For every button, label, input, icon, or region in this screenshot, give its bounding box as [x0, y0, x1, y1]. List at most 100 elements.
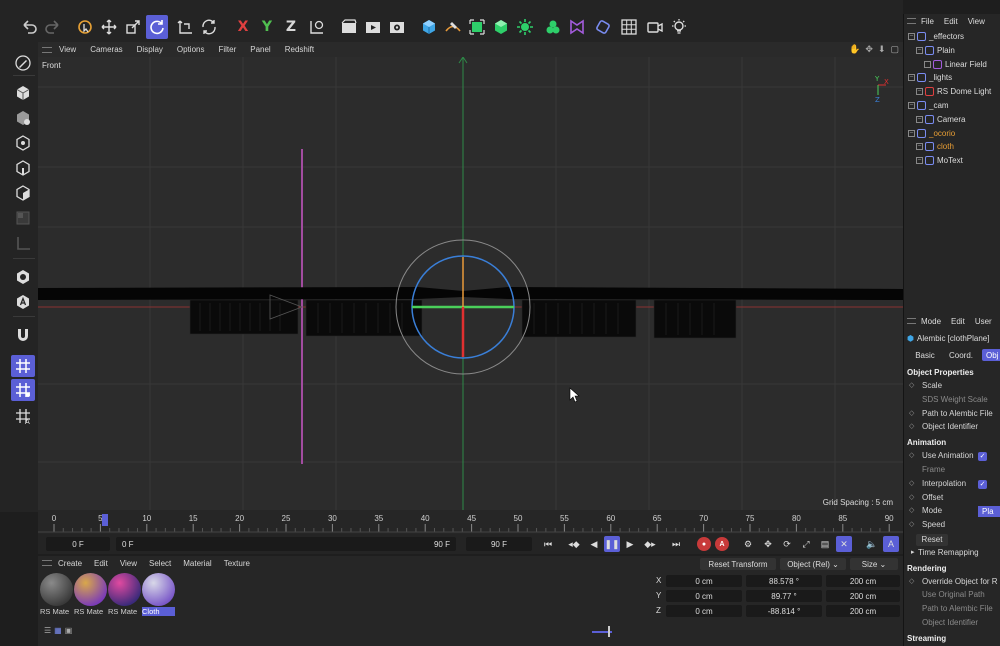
workplane-axis-icon[interactable]: A: [11, 405, 35, 427]
axis-y-toggle[interactable]: Y: [256, 15, 278, 39]
object-tree-item[interactable]: – cloth: [904, 140, 1000, 153]
animation-mode-icon[interactable]: A: [883, 536, 899, 552]
menu-edit[interactable]: Edit: [946, 317, 970, 326]
animate-diamond-icon[interactable]: ◇: [909, 422, 914, 430]
uv-mode-icon[interactable]: [11, 207, 35, 229]
pan-hand-icon[interactable]: ✋: [849, 44, 860, 55]
expand-toggle-icon[interactable]: –: [916, 88, 923, 96]
transform-icon[interactable]: [174, 15, 196, 39]
tab-coord[interactable]: Coord.: [944, 349, 978, 361]
scale-icon[interactable]: [122, 15, 144, 39]
attribute-row[interactable]: ◇ Scale: [904, 381, 1000, 393]
points-mode-icon[interactable]: [11, 132, 35, 154]
menu-mode[interactable]: Mode: [916, 317, 946, 326]
object-tree-item[interactable]: Linear Field: [904, 58, 1000, 71]
go-to-start-icon[interactable]: ⏮: [540, 536, 556, 552]
model-mode-icon[interactable]: [11, 82, 35, 104]
rotation-field[interactable]: -88.814 °: [746, 605, 822, 617]
menu-redshift[interactable]: Redshift: [278, 45, 321, 54]
generator-icon[interactable]: [466, 15, 488, 39]
attribute-row[interactable]: ◇ Override Object for R: [904, 577, 1000, 589]
object-tree-item[interactable]: – _effectors: [904, 30, 1000, 43]
axis-x-toggle[interactable]: X: [232, 15, 254, 39]
size-field[interactable]: 200 cm: [826, 575, 900, 587]
cube-primitive-icon[interactable]: [418, 15, 440, 39]
object-tree-item[interactable]: – RS Dome Light: [904, 85, 1000, 98]
position-field[interactable]: 0 cm: [666, 605, 742, 617]
render-view-icon[interactable]: [338, 15, 360, 39]
menu-options[interactable]: Options: [170, 45, 212, 54]
reset-transform-icon[interactable]: [198, 15, 220, 39]
expand-toggle-icon[interactable]: –: [908, 102, 915, 109]
mograph-effector-icon[interactable]: [542, 15, 564, 39]
sound-icon[interactable]: 🔈: [864, 536, 880, 552]
workplane-lock-icon[interactable]: [11, 379, 35, 401]
tab-basic[interactable]: Basic: [910, 349, 940, 361]
previous-key-icon[interactable]: ◂◆: [566, 536, 582, 552]
rotation-field[interactable]: 89.77 °: [746, 590, 822, 602]
live-selection-icon[interactable]: [74, 15, 96, 39]
mograph-cloner-icon[interactable]: [514, 15, 536, 39]
attribute-row[interactable]: ◇ Use Animation ✓: [904, 451, 1000, 463]
large-view-icon[interactable]: ▣: [65, 626, 73, 635]
spline-pen-icon[interactable]: [442, 15, 464, 39]
coordinate-system-icon[interactable]: [306, 15, 328, 39]
fold-arrow-icon[interactable]: ▸: [911, 548, 915, 556]
attribute-row[interactable]: ◇ Object Identifier: [904, 422, 1000, 434]
animate-diamond-icon[interactable]: ◇: [909, 577, 914, 585]
animate-diamond-icon[interactable]: ◇: [909, 451, 914, 459]
animate-diamond-icon[interactable]: ◇: [909, 381, 914, 389]
panel-grip[interactable]: [42, 46, 52, 53]
attribute-row[interactable]: Use Original Path: [904, 590, 1000, 602]
point-level-animation-icon[interactable]: ✕: [836, 536, 852, 552]
list-view-icon[interactable]: ☰: [44, 626, 51, 635]
axis-mode-icon[interactable]: [11, 232, 35, 254]
attribute-row[interactable]: ◇ Mode Pla: [904, 506, 1000, 518]
coordinate-mode-select[interactable]: Object (Rel) ⌄: [780, 558, 846, 570]
animate-diamond-icon[interactable]: ◇: [909, 479, 914, 487]
next-frame-icon[interactable]: ▶: [622, 536, 638, 552]
axis-z-toggle[interactable]: Z: [280, 15, 302, 39]
menu-select[interactable]: Select: [143, 559, 177, 568]
position-key-icon[interactable]: ✥: [760, 536, 776, 552]
solo-icon[interactable]: [11, 266, 35, 288]
undo-icon[interactable]: [18, 15, 40, 39]
animate-diamond-icon[interactable]: ◇: [909, 493, 914, 501]
pause-icon[interactable]: ❚❚: [604, 536, 620, 552]
material-swatch[interactable]: RS Mate: [40, 573, 73, 617]
menu-display[interactable]: Display: [130, 45, 170, 54]
menu-view[interactable]: View: [963, 17, 990, 26]
material-swatch[interactable]: RS Mate: [74, 573, 107, 617]
timeline-playhead[interactable]: [102, 514, 109, 526]
render-to-picture-viewer-icon[interactable]: [362, 15, 384, 39]
camera-icon[interactable]: [644, 15, 666, 39]
checkbox-checked[interactable]: ✓: [978, 479, 987, 489]
mode-select[interactable]: Pla: [978, 506, 1000, 518]
animate-diamond-icon[interactable]: ◇: [909, 520, 914, 528]
object-tree-item[interactable]: – _cam: [904, 99, 1000, 112]
redo-icon[interactable]: [42, 15, 64, 39]
panel-grip[interactable]: [907, 18, 916, 24]
attribute-row[interactable]: Path to Alembic File: [904, 604, 1000, 616]
size-field[interactable]: 200 cm: [826, 590, 900, 602]
attribute-row[interactable]: ◇ Offset: [904, 493, 1000, 505]
object-tree-item[interactable]: – Plain: [904, 44, 1000, 57]
object-tree-item[interactable]: – _ocorio: [904, 127, 1000, 140]
expand-toggle-icon[interactable]: –: [908, 33, 915, 40]
go-to-end-icon[interactable]: ⏭: [668, 536, 684, 552]
position-field[interactable]: 0 cm: [666, 590, 742, 602]
previous-frame-icon[interactable]: ◀: [586, 536, 602, 552]
menu-texture[interactable]: Texture: [218, 559, 256, 568]
expand-toggle-icon[interactable]: [924, 60, 931, 68]
record-active-objects-icon[interactable]: ●: [697, 537, 711, 551]
current-frame-field[interactable]: 0 F: [46, 537, 110, 551]
menu-user[interactable]: User: [970, 317, 997, 326]
autokeying-icon[interactable]: A: [715, 537, 729, 551]
attribute-row[interactable]: ◇ Interpolation ✓: [904, 479, 1000, 491]
model-edit-icon[interactable]: [11, 52, 35, 74]
menu-view[interactable]: View: [52, 45, 83, 54]
mesh-mode-icon[interactable]: [11, 107, 35, 129]
material-swatch[interactable]: Cloth: [142, 573, 175, 617]
light-icon[interactable]: [668, 15, 690, 39]
attribute-row[interactable]: Object Identifier: [904, 618, 1000, 630]
